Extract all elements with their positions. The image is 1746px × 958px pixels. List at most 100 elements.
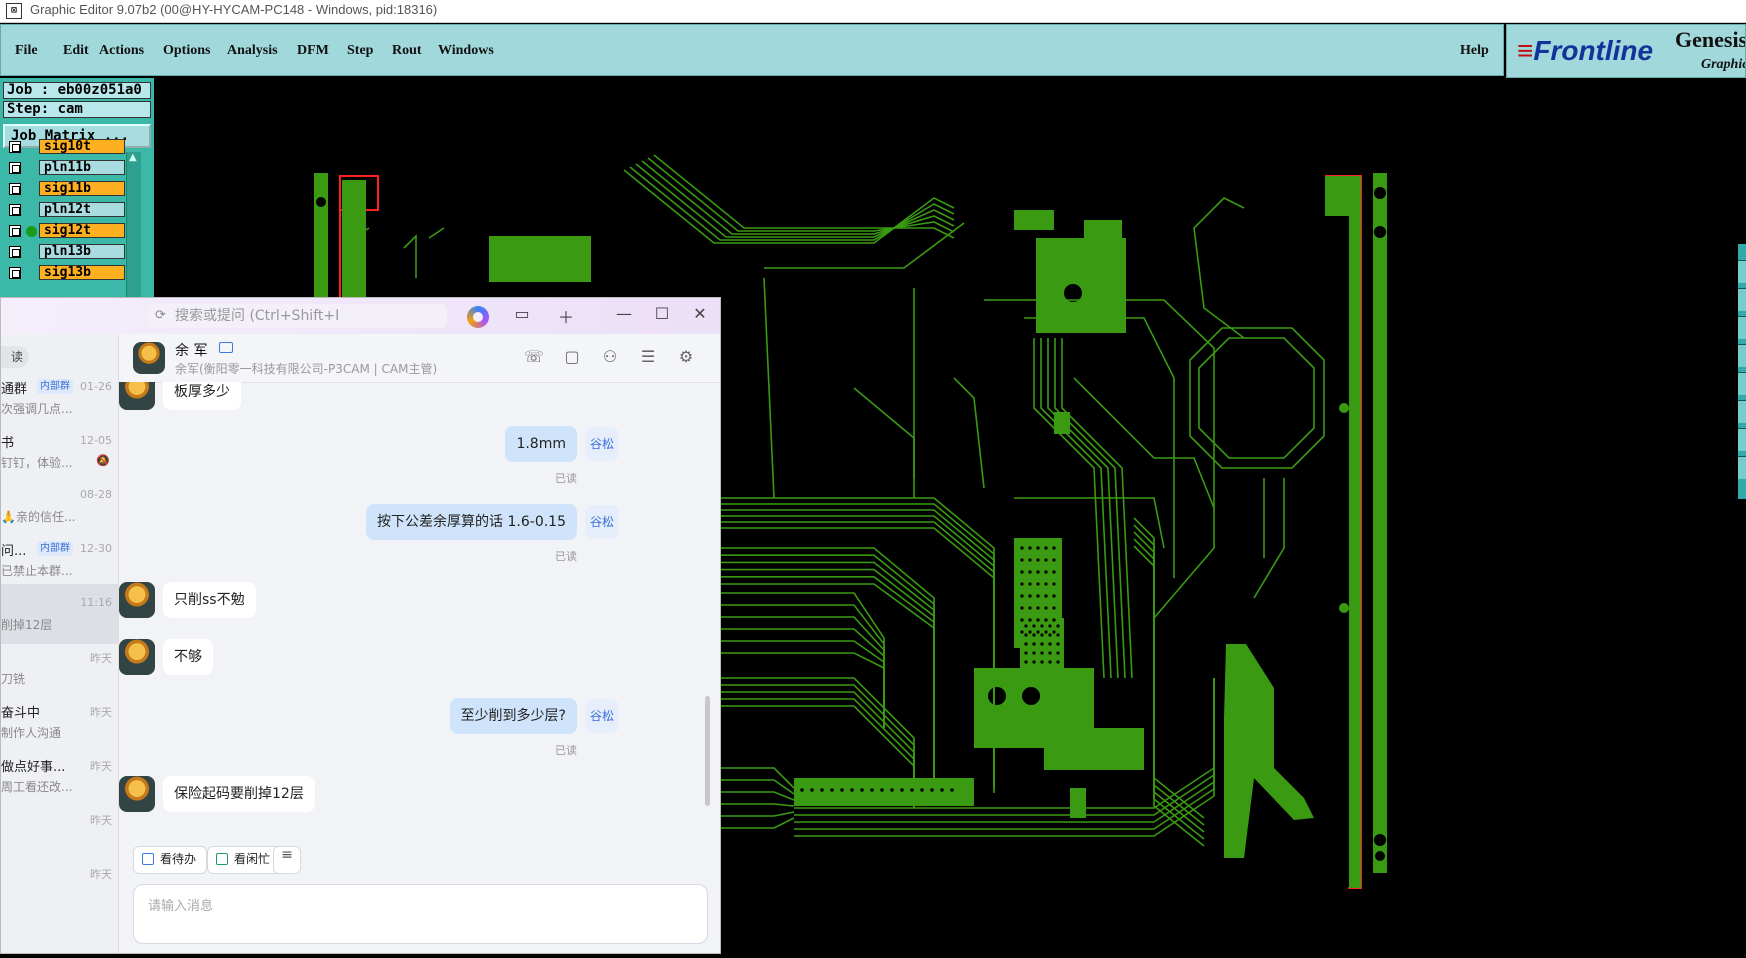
outgoing-message[interactable]: 1.8mm [505, 426, 577, 462]
incoming-message[interactable]: 不够 [163, 639, 213, 675]
bga-via [1024, 651, 1028, 655]
layer-row-sig12t[interactable]: sig12t [7, 223, 125, 240]
sender-avatar[interactable] [119, 582, 155, 618]
minimize-icon[interactable]: — [611, 304, 637, 328]
layer-list-scrollbar[interactable]: ▲ [126, 152, 141, 298]
layer-name[interactable]: pln11b [39, 160, 125, 175]
layer-name[interactable]: sig13b [39, 265, 125, 280]
layer-checkbox[interactable] [9, 267, 21, 279]
self-avatar[interactable]: 谷松 [585, 699, 619, 733]
layer-row-pln11b[interactable]: pln11b [7, 160, 125, 177]
bga-via [1036, 558, 1040, 562]
conversation-item[interactable]: 问... 内部群 12-30 已禁止本群... [1, 530, 118, 590]
incoming-message[interactable]: 板厚多少 [163, 382, 241, 410]
incoming-message[interactable]: 只削ss不勉 [163, 582, 256, 618]
layer-row-sig11b[interactable]: sig11b [7, 181, 125, 198]
internal-group-badge: 内部群 [37, 541, 73, 556]
view-busy-button[interactable]: 看闲忙 [207, 846, 282, 874]
search-history-icon[interactable]: ☰ [637, 346, 659, 368]
layer-name[interactable]: sig12t [39, 223, 125, 238]
bga-via [1024, 624, 1028, 628]
scroll-up-icon[interactable]: ▲ [129, 152, 137, 163]
layer-name[interactable]: sig10t [39, 139, 125, 154]
close-icon[interactable]: ✕ [687, 304, 713, 328]
unread-filter[interactable]: 读 [1, 346, 29, 368]
checkbox-icon [142, 853, 154, 865]
screen-share-icon[interactable]: ▭ [509, 304, 535, 328]
layer-name[interactable]: pln12t [39, 202, 125, 217]
layer-row-pln12t[interactable]: pln12t [7, 202, 125, 219]
conversation-item[interactable]: 通群 内部群 01-26 次强调几点... [1, 368, 118, 428]
self-avatar[interactable]: 谷松 [585, 427, 619, 461]
conversation-time: 12-05 [80, 434, 112, 447]
via-hole [870, 788, 874, 792]
chat-search-input[interactable]: ⟳ 搜索或提问 (Ctrl+Shift+I [147, 304, 447, 328]
conversation-item[interactable]: 昨天 刀铣 [1, 638, 118, 698]
bga-via [1028, 558, 1032, 562]
add-member-icon[interactable]: ⚇ [599, 346, 621, 368]
incoming-message[interactable]: 保险起码要削掉12层 [163, 776, 315, 812]
conversation-item[interactable]: 08-28 🙏亲的信任... [1, 476, 118, 536]
pcb-trace [1061, 338, 1133, 679]
outgoing-message[interactable]: 至少削到多少层? [449, 698, 577, 734]
layer-checkbox[interactable] [9, 162, 21, 174]
menu-file[interactable]: File [15, 43, 38, 59]
menu-step[interactable]: Step [347, 43, 373, 59]
add-icon[interactable]: ＋ [553, 304, 579, 328]
call-icon[interactable]: ☏ [523, 346, 545, 368]
layer-checkbox[interactable] [9, 225, 21, 237]
conversation-item[interactable]: 书 12-05 钉钉，体验... 🔕 [1, 422, 118, 482]
ai-assistant-icon[interactable] [467, 306, 489, 328]
menu-dfm[interactable]: DFM [297, 43, 329, 59]
self-avatar[interactable]: 谷松 [585, 505, 619, 539]
view-todo-button[interactable]: 看待办 [133, 846, 208, 874]
layer-checkbox[interactable] [9, 183, 21, 195]
pcb-trace [763, 277, 775, 499]
via-pad [1339, 603, 1349, 613]
conversation-item[interactable]: 11:16 削掉12层 [1, 584, 118, 644]
sender-avatar[interactable] [119, 639, 155, 675]
maximize-icon[interactable]: ☐ [649, 304, 675, 328]
layer-checkbox[interactable] [9, 204, 21, 216]
settings-gear-icon[interactable]: ⚙ [675, 346, 697, 368]
bga-via [1044, 606, 1048, 610]
message-input[interactable]: 请输入消息 [133, 884, 708, 944]
menu-analysis[interactable]: Analysis [227, 43, 278, 59]
menu-windows[interactable]: Windows [438, 43, 494, 59]
conversation-item[interactable]: 昨天 [1, 854, 118, 914]
via-hole [860, 788, 864, 792]
outgoing-message[interactable]: 按下公差余厚算的话 1.6-0.15 [366, 504, 577, 540]
folder-icon[interactable]: ▢ [561, 346, 583, 368]
bga-via [1048, 624, 1052, 628]
right-toolbar-edge[interactable] [1738, 244, 1746, 499]
via-hole [820, 788, 824, 792]
layer-checkbox[interactable] [9, 141, 21, 153]
message-scrollbar[interactable] [705, 696, 710, 806]
conversation-name: 书 [1, 436, 15, 451]
conversation-item[interactable]: 奋斗中 昨天 制作人沟通 [1, 692, 118, 752]
menu-edit[interactable]: Edit [63, 43, 89, 59]
menu-rout[interactable]: Rout [392, 43, 422, 59]
conversation-item[interactable]: 做点好事... 昨天 周工看还改... [1, 746, 118, 806]
sender-avatar[interactable] [119, 382, 155, 410]
sender-avatar[interactable] [119, 776, 155, 812]
conversation-item[interactable]: 昨天 [1, 800, 118, 860]
layer-name[interactable]: sig11b [39, 181, 125, 196]
menu-help[interactable]: Help [1460, 43, 1489, 59]
more-actions-icon[interactable]: ≡ [273, 846, 301, 874]
menu-options[interactable]: Options [163, 43, 210, 59]
conversation-preview: 制作人沟通 [1, 726, 62, 740]
layer-row-pln13b[interactable]: pln13b [7, 244, 125, 261]
layer-checkbox[interactable] [9, 246, 21, 258]
bga-via [1044, 630, 1048, 634]
menu-actions[interactable]: Actions [99, 43, 144, 59]
bga-via [1040, 651, 1044, 655]
bga-via [1032, 633, 1036, 637]
pcb-trace [714, 592, 885, 728]
layer-row-sig13b[interactable]: sig13b [7, 265, 125, 282]
layer-name[interactable]: pln13b [39, 244, 125, 259]
pcb-trace [1198, 337, 1315, 459]
contact-avatar[interactable] [133, 342, 165, 374]
pcb-trace [714, 811, 795, 817]
layer-row-sig10t[interactable]: sig10t [7, 139, 125, 156]
